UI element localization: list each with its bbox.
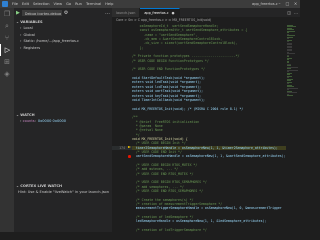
cortex-live-watch-header[interactable]: ⌄ CORTEX LIVE WATCH [14,182,112,189]
watch-item[interactable]: › counts : 0x0000 0x0000 [14,118,112,125]
search-icon[interactable]: ⌕ [0,20,14,32]
debug-sidebar: ▶ Debug (cortex-debug) ⚙ … ⌄ VARIABLES ›… [14,8,112,232]
minimap-line [287,95,293,96]
watch-item-name: counts [22,119,35,124]
watch-section-header[interactable]: ⌄ WATCH [14,111,112,118]
editor-area: launch.json app_freertos.c ● ◫ … Core > … [112,8,300,232]
variables-section-header[interactable]: ⌄ VARIABLES [14,18,112,25]
menu-file[interactable]: File [12,2,18,6]
cortex-live-watch-panel: ⌄ CORTEX LIVE WATCH Hint: Use & Enable "… [14,182,112,195]
watch-item-value: 0x0000 0x0000 [37,119,67,124]
code-line[interactable]: /* creation of lcdTriggerSemaphore */ [112,228,300,232]
window-title: app_freertos.c [252,2,278,6]
minimap[interactable] [286,24,300,232]
watch-header-label: WATCH [20,112,35,117]
tab-launch-json[interactable]: launch.json [112,8,141,17]
tab-label: app_freertos.c [144,11,169,15]
variables-item-label: Registers [23,45,41,50]
chevron-right-icon: › [20,32,22,37]
variables-item-label: Static: /home/.../app_freertos.c [23,39,80,44]
vscode-logo-icon [2,1,8,7]
run-debug-icon[interactable]: ▷ [0,44,14,56]
menu-view[interactable]: View [54,2,63,6]
chevron-right-icon: › [20,39,22,44]
split-editor-icon[interactable]: ◫ [287,10,291,15]
breadcrumb[interactable]: Core > Src > C app_freertos.c > ⊙ MX_FRE… [112,17,300,23]
variables-header-label: VARIABLES [20,19,43,24]
more-actions-icon[interactable]: … [105,10,110,16]
variables-item-label: Local [23,26,33,31]
breakpoint-icon[interactable] [128,155,131,158]
variables-empty-space [14,51,112,111]
code-editor[interactable]: osSemaphoreId_t uartSendSemaphoreHandle;… [112,24,300,232]
cortex-hint-text: Hint: Use & Enable "liveWatch" in your l… [18,190,110,194]
current-line-arrow-icon [128,146,131,149]
tab-label: launch.json [116,10,136,15]
debug-toolbar: ▶ Debug (cortex-debug) ⚙ … [14,8,112,18]
activity-bar: ❐ ⌕ ⑂ ▷ ⊞ ◈ [0,8,14,232]
cortex-header-label: CORTEX LIVE WATCH [20,183,63,188]
menu-selection[interactable]: Selection [33,2,50,6]
editor-tabs: launch.json app_freertos.c ● ◫ … [112,8,300,17]
gear-icon[interactable]: ⚙ [64,10,68,16]
chevron-right-icon: › [20,26,22,31]
code-text: /* creation of lcdTriggerSemaphore */ [132,228,207,232]
variables-item-label: Global [23,32,35,37]
menu-terminal[interactable]: Terminal [86,2,101,6]
close-icon[interactable]: ● [172,11,175,15]
window-controls: – □ × [277,1,298,6]
gutter[interactable] [128,228,132,232]
start-debugging-button[interactable]: ▶ [16,10,20,16]
menu-help[interactable]: Help [105,2,113,6]
chevron-right-icon: › [20,45,22,50]
source-control-icon[interactable]: ⑂ [0,32,14,44]
menu-run[interactable]: Run [75,2,82,6]
menu-edit[interactable]: Edit [22,2,29,6]
files-icon[interactable]: ❐ [0,8,14,20]
menu-bar: File Edit Selection View Go Run Terminal… [12,2,113,6]
title-bar: File Edit Selection View Go Run Terminal… [0,0,300,8]
debug-configuration-select[interactable]: Debug (cortex-debug) [21,10,62,16]
extensions-icon[interactable]: ⊞ [0,56,14,68]
minimize-icon[interactable]: – [277,1,282,6]
cortex-debug-icon[interactable]: ◈ [0,68,14,80]
close-icon[interactable]: × [293,1,298,6]
maximize-icon[interactable]: □ [285,1,290,6]
watch-colon: : [34,119,36,124]
editor-actions: ◫ … [287,8,300,17]
menu-go[interactable]: Go [66,2,71,6]
tab-app-freertos[interactable]: app_freertos.c ● [140,8,180,17]
more-actions-icon[interactable]: … [294,10,298,15]
line-number [112,228,128,232]
